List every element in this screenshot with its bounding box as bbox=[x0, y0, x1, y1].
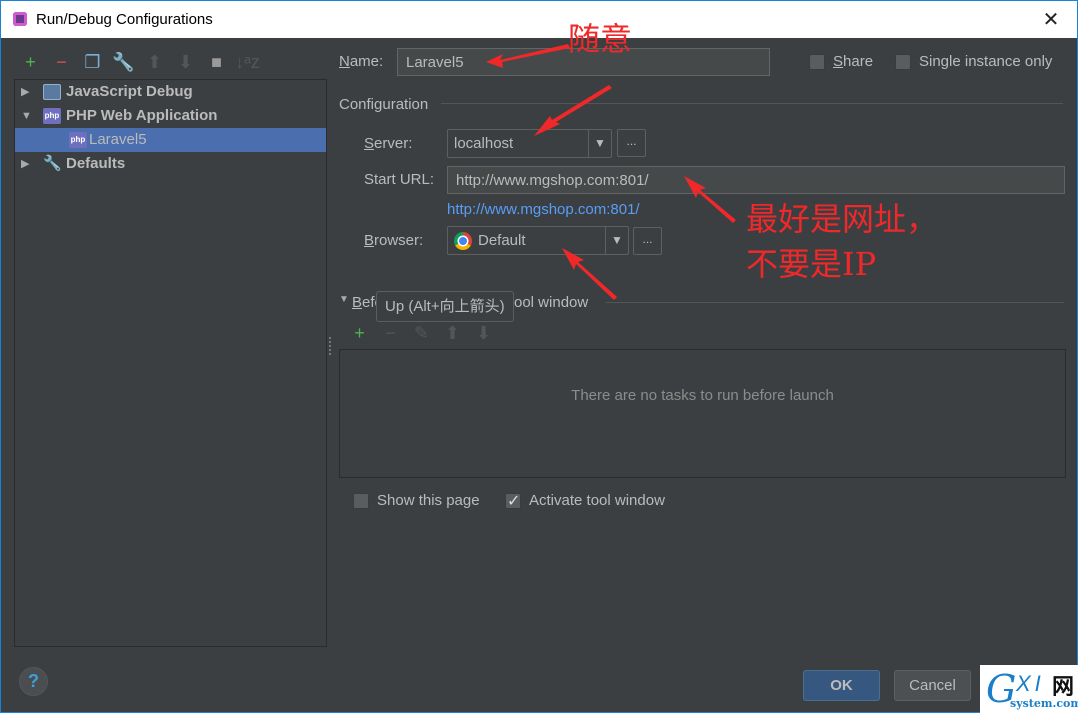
wrench-icon: 🔧 bbox=[43, 155, 62, 172]
edit-task-icon[interactable]: ✎ bbox=[406, 321, 437, 345]
start-url-link[interactable]: http://www.mgshop.com:801/ bbox=[447, 201, 640, 218]
before-launch-toolbar: + − ✎ ⬆ ⬇ bbox=[344, 321, 499, 345]
copy-icon[interactable]: ❐ bbox=[77, 49, 108, 75]
dialog-title: Run/Debug Configurations bbox=[36, 11, 213, 28]
app-icon bbox=[13, 12, 27, 26]
remove-icon[interactable]: − bbox=[46, 49, 77, 75]
move-up-icon[interactable]: ⬆ bbox=[139, 49, 170, 75]
run-debug-dialog: Run/Debug Configurations ✕ + − ❐ 🔧 ⬆ ⬇ ■ ↓ᵃz ▶ … bbox=[0, 0, 1078, 713]
folder-icon[interactable]: ■ bbox=[201, 49, 232, 75]
browser-value: Default bbox=[478, 232, 526, 249]
dropdown-arrow-icon[interactable]: ▼ bbox=[588, 130, 611, 157]
cancel-button[interactable]: Cancel bbox=[894, 670, 971, 701]
show-page-checkbox[interactable] bbox=[353, 493, 369, 509]
tree-item-defaults[interactable]: ▶ 🔧 Defaults bbox=[15, 152, 326, 176]
task-down-icon[interactable]: ⬇ bbox=[468, 321, 499, 345]
watermark: G XI 网 system.com bbox=[980, 665, 1078, 713]
share-checkbox[interactable] bbox=[809, 54, 825, 70]
expand-arrow-icon[interactable]: ▶ bbox=[21, 152, 33, 176]
collapse-arrow-icon[interactable]: ▼ bbox=[21, 104, 33, 128]
edit-defaults-icon[interactable]: 🔧 bbox=[108, 49, 139, 75]
tooltip: Up (Alt+向上箭头) bbox=[376, 291, 514, 322]
empty-tasks-message: There are no tasks to run before launch bbox=[571, 387, 834, 404]
tree-item-laravel5[interactable]: php Laravel5 bbox=[15, 128, 326, 152]
javascript-debug-icon bbox=[43, 84, 61, 100]
title-bar: Run/Debug Configurations ✕ bbox=[1, 1, 1077, 38]
add-icon[interactable]: + bbox=[15, 49, 46, 75]
watermark-xi: XI bbox=[1016, 671, 1045, 696]
watermark-domain: system.com bbox=[1010, 697, 1078, 710]
add-task-icon[interactable]: + bbox=[344, 321, 375, 345]
php-icon: php bbox=[43, 108, 61, 124]
section-divider bbox=[606, 302, 1064, 303]
help-button[interactable]: ? bbox=[19, 667, 48, 696]
move-down-icon[interactable]: ⬇ bbox=[170, 49, 201, 75]
before-launch-heading-end: ool window bbox=[514, 294, 589, 311]
server-browse-button[interactable]: ... bbox=[617, 129, 646, 157]
activate-tool-window-label: Activate tool window bbox=[529, 492, 665, 509]
annotation-url-note-line1: 最好是网址， bbox=[746, 200, 939, 238]
expand-arrow-icon[interactable]: ▶ bbox=[21, 80, 33, 104]
show-page-label: Show this page bbox=[377, 492, 480, 509]
before-launch-collapse-icon[interactable]: ▼ bbox=[339, 294, 349, 305]
section-divider bbox=[441, 103, 1063, 104]
tree-item-label: Defaults bbox=[66, 155, 126, 172]
share-label: Share bbox=[833, 53, 874, 70]
configuration-tree: ▶ JavaScript Debug ▼ php PHP Web Applica… bbox=[14, 79, 327, 647]
tree-item-label: JavaScript Debug bbox=[66, 83, 193, 100]
browser-select[interactable]: Default ▼ bbox=[447, 226, 629, 255]
start-url-input[interactable] bbox=[447, 166, 1065, 194]
config-toolbar: + − ❐ 🔧 ⬆ ⬇ ■ ↓ᵃz bbox=[15, 49, 263, 75]
single-instance-label: Single instance only bbox=[919, 53, 1053, 70]
tree-item-php-web-application[interactable]: ▼ php PHP Web Application bbox=[15, 104, 326, 128]
start-url-label: Start URL: bbox=[364, 171, 435, 188]
tree-item-label: Laravel5 bbox=[89, 131, 147, 148]
annotation-name-note: 随意 bbox=[568, 20, 633, 58]
configuration-heading: Configuration bbox=[339, 96, 429, 113]
sort-icon[interactable]: ↓ᵃz bbox=[232, 49, 263, 75]
single-instance-checkbox[interactable] bbox=[895, 54, 911, 70]
close-icon[interactable]: ✕ bbox=[1039, 7, 1063, 32]
annotation-url-note-line2: 不要是IP bbox=[746, 245, 877, 283]
remove-task-icon[interactable]: − bbox=[375, 321, 406, 345]
server-select[interactable]: localhost ▼ bbox=[447, 129, 612, 158]
tree-item-label: PHP Web Application bbox=[66, 107, 218, 124]
before-launch-task-list[interactable]: There are no tasks to run before launch bbox=[339, 349, 1066, 478]
server-label: Server: bbox=[364, 135, 413, 152]
dropdown-arrow-icon[interactable]: ▼ bbox=[605, 227, 628, 254]
name-label: Name: bbox=[339, 53, 384, 70]
browser-label: Browser: bbox=[364, 232, 424, 249]
splitter-handle[interactable] bbox=[329, 337, 332, 355]
tree-item-javascript-debug[interactable]: ▶ JavaScript Debug bbox=[15, 80, 326, 104]
php-icon: php bbox=[69, 132, 87, 148]
browser-browse-button[interactable]: ... bbox=[633, 227, 662, 255]
task-up-icon[interactable]: ⬆ bbox=[437, 321, 468, 345]
server-value: localhost bbox=[454, 135, 514, 152]
activate-tool-window-checkbox[interactable] bbox=[505, 491, 521, 511]
ok-button[interactable]: OK bbox=[803, 670, 880, 701]
chrome-icon bbox=[454, 232, 472, 250]
